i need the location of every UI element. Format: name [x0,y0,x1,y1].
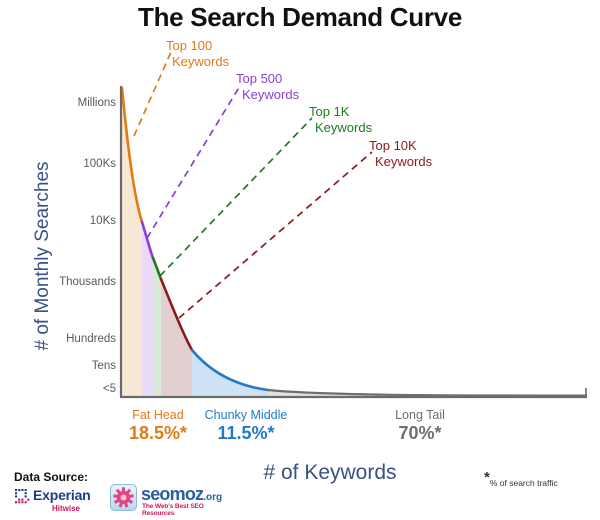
footnote: *% of search traffic [484,470,558,488]
segment-pct-long-tail: 70%* [398,423,442,443]
callout-top-10k-line1: Top 10K [369,138,417,153]
segment-label-chunky-middle: Chunky Middle [204,408,288,422]
callout-top-500-line1: Top 500 [236,71,283,86]
leader-top-10k [178,151,373,319]
experian-mark-icon [15,489,30,504]
experian-wordmark: Experian [33,487,91,503]
band-top-500 [142,222,153,396]
search-demand-curve-chart: The Search Demand Curve # of Monthly Sea… [0,0,600,520]
callout-top-100-line2: Keywords [172,53,230,69]
callout-top-500-line2: Keywords [242,86,300,102]
callout-top-10k: Top 10K Keywords [369,138,432,169]
callout-top-500: Top 500 Keywords [236,71,299,102]
seomoz-tagline: The Web's Best SEO Resources [142,503,204,517]
data-source-label: Data Source: [14,470,89,484]
callout-top-1k: Top 1K Keywords [309,104,372,135]
footnote-text: % of search traffic [489,478,558,488]
callout-top-1k-line2: Keywords [315,119,373,135]
callout-top-1k-line1: Top 1K [309,104,350,119]
seomoz-tld: .org [203,492,223,503]
callout-top-100: Top 100 Keywords [166,38,229,69]
callout-top-10k-line2: Keywords [375,153,433,169]
hitwise-wordmark: Hitwise [52,504,81,513]
leader-top-500 [146,85,241,239]
seomoz-logo: seomoz.org The Web's Best SEO Resources [110,482,232,517]
seomoz-badge [110,484,137,511]
segment-label-long-tail: Long Tail [395,408,445,422]
gear-icon [113,487,134,508]
leader-top-1k [159,117,313,277]
experian-logo: Experian Hitwise [14,487,118,517]
band-top-100 [122,88,142,396]
seomoz-word-text: seomoz [141,484,204,504]
segment-pct-chunky-middle: 11.5%* [217,423,275,443]
seomoz-wordmark: seomoz.org [141,484,222,505]
callout-top-100-line1: Top 100 [166,38,213,53]
band-top-10k [161,279,192,396]
